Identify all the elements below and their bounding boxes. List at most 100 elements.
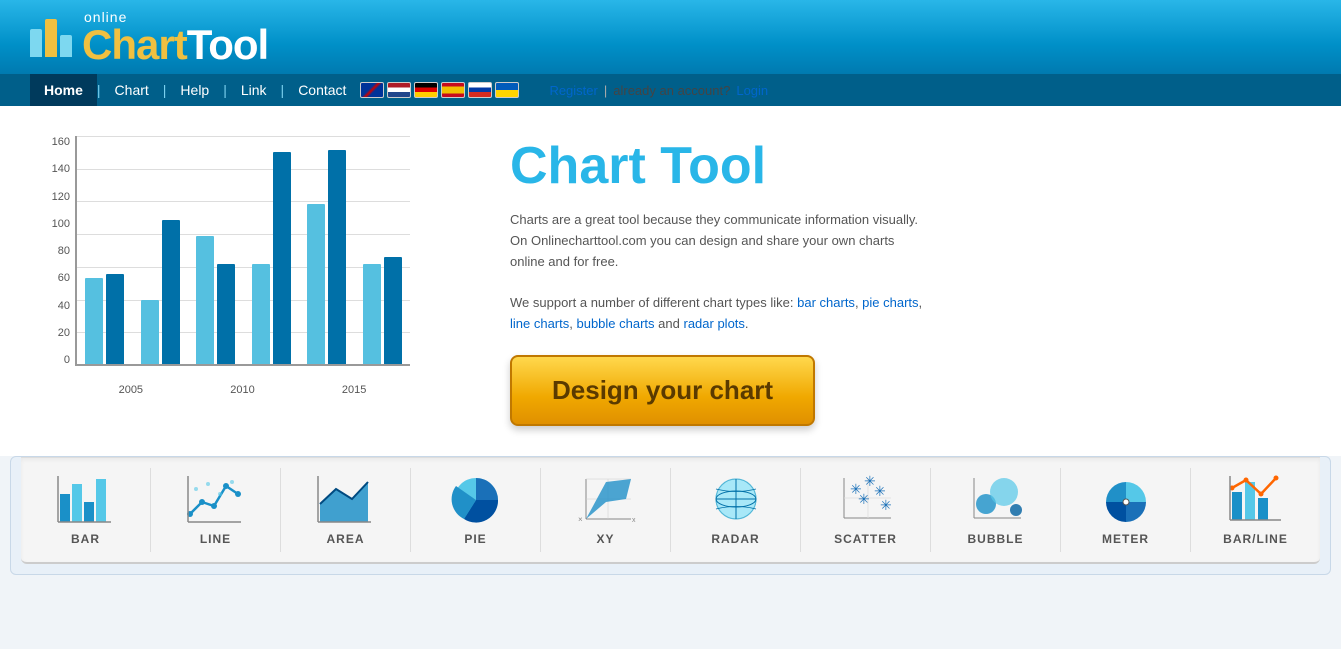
scatter-chart-icon: ✳ ✳ ✳ ✳ ✳ — [836, 474, 896, 524]
y-label-0: 0 — [40, 354, 70, 366]
flag-de[interactable] — [414, 82, 438, 98]
flag-uk[interactable] — [360, 82, 384, 98]
chart-type-line-label: LINE — [200, 532, 231, 546]
bar-2017-dark — [384, 257, 402, 364]
logo-bar-2 — [45, 19, 57, 57]
chart-types-bar: BAR — [21, 457, 1320, 564]
bar-chart-icon — [56, 474, 116, 524]
bar-group-2 — [133, 220, 189, 364]
chart-type-bar[interactable]: BAR — [21, 468, 151, 552]
bar-2007-light — [141, 300, 159, 364]
design-your-chart-button[interactable]: Design your chart — [510, 355, 815, 426]
link-radar[interactable]: radar plots — [683, 316, 744, 331]
link-line[interactable]: line charts — [510, 316, 569, 331]
y-label-60: 60 — [40, 272, 70, 284]
logo-charttool: ChartTool — [82, 24, 268, 66]
bar-group-5 — [299, 150, 355, 364]
bar-2015-light — [307, 204, 325, 364]
chart-type-radar[interactable]: RADAR — [671, 468, 801, 552]
chart-type-pie-label: PIE — [464, 532, 486, 546]
chart-type-line[interactable]: LINE — [151, 468, 281, 552]
chart-type-barline[interactable]: BAR/LINE — [1191, 468, 1320, 552]
chart-type-area-label: AREA — [326, 532, 364, 546]
flag-nl[interactable] — [387, 82, 411, 98]
bar-2005-dark — [106, 274, 124, 364]
hero-desc-1: Charts are a great tool because they com… — [510, 210, 930, 335]
chart-type-meter[interactable]: METER — [1061, 468, 1191, 552]
svg-text:✳: ✳ — [858, 491, 870, 507]
navbar: Home | Chart | Help | Link | Contact Reg… — [0, 74, 1341, 106]
hero-title: Chart Tool — [510, 136, 1301, 196]
y-label-20: 20 — [40, 327, 70, 339]
bar-2015-dark — [328, 150, 346, 364]
chart-type-scatter[interactable]: ✳ ✳ ✳ ✳ ✳ SCATTER — [801, 468, 931, 552]
nav-items: Home | Chart | Help | Link | Contact — [30, 74, 360, 106]
y-label-120: 120 — [40, 191, 70, 203]
chart-type-meter-label: METER — [1102, 532, 1149, 546]
link-bar[interactable]: bar charts — [797, 295, 855, 310]
nav-item-link[interactable]: Link — [227, 74, 281, 106]
meter-chart-icon — [1096, 474, 1156, 524]
chart-type-xy-label: XY — [596, 532, 614, 546]
chart-type-pie[interactable]: PIE — [411, 468, 541, 552]
logo-tool-part: Tool — [187, 21, 269, 68]
y-label-40: 40 — [40, 300, 70, 312]
bar-group-4 — [244, 152, 300, 364]
link-pie[interactable]: pie charts — [862, 295, 918, 310]
chart-type-radar-label: RADAR — [711, 532, 759, 546]
logo-icon — [30, 19, 72, 57]
y-label-140: 140 — [40, 163, 70, 175]
header: online ChartTool — [0, 0, 1341, 74]
chart-type-area[interactable]: AREA — [281, 468, 411, 552]
logo-bar-1 — [30, 29, 42, 57]
login-link[interactable]: Login — [736, 83, 768, 98]
logo-text: online ChartTool — [82, 10, 268, 66]
chart-type-bubble-label: BUBBLE — [968, 532, 1024, 546]
svg-text:×: × — [578, 515, 583, 524]
chart-type-bubble[interactable]: BUBBLE — [931, 468, 1061, 552]
chart-x-labels: 2005 2010 2015 — [75, 384, 410, 396]
hero-p1: Charts are a great tool because they com… — [510, 210, 930, 272]
nav-item-chart[interactable]: Chart — [101, 74, 163, 106]
hero-area: Chart Tool Charts are a great tool becau… — [510, 126, 1301, 436]
pie-chart-icon — [446, 474, 506, 524]
flag-ru[interactable] — [468, 82, 492, 98]
chart-type-xy[interactable]: × x XY — [541, 468, 671, 552]
bar-2012-dark — [273, 152, 291, 364]
main-content: 0 20 40 60 80 100 120 140 160 — [0, 106, 1341, 456]
flag-ua[interactable] — [495, 82, 519, 98]
svg-text:x: x — [632, 517, 636, 524]
bar-2010-light — [196, 236, 214, 364]
hero-desc2: We support a number of different chart t… — [510, 295, 794, 310]
bar-chart: 0 20 40 60 80 100 120 140 160 — [40, 136, 410, 396]
flag-es[interactable] — [441, 82, 465, 98]
chart-types-section: BAR — [10, 456, 1331, 575]
bar-group-6 — [355, 257, 411, 364]
link-bubble[interactable]: bubble charts — [576, 316, 654, 331]
barline-chart-icon — [1226, 474, 1286, 524]
nav-item-help[interactable]: Help — [166, 74, 223, 106]
auth-area: Register | already an account? Login — [549, 83, 768, 98]
bar-group-3 — [188, 236, 244, 364]
area-chart-icon — [316, 474, 376, 524]
language-flags — [360, 82, 519, 98]
bar-2005-light — [85, 278, 103, 364]
chart-type-bar-label: BAR — [71, 532, 100, 546]
bar-2017-light — [363, 264, 381, 364]
register-link[interactable]: Register — [549, 83, 597, 98]
chart-area: 0 20 40 60 80 100 120 140 160 — [40, 126, 470, 436]
y-label-100: 100 — [40, 218, 70, 230]
nav-item-contact[interactable]: Contact — [284, 74, 360, 106]
bar-group-1 — [77, 274, 133, 364]
chart-inner — [75, 136, 410, 366]
line-chart-icon — [186, 474, 246, 524]
nav-item-home[interactable]: Home — [30, 74, 97, 106]
radar-chart-icon — [706, 474, 766, 524]
chart-y-labels: 0 20 40 60 80 100 120 140 160 — [40, 136, 70, 366]
bubble-chart-icon — [966, 474, 1026, 524]
and-text: and — [658, 316, 683, 331]
logo-bar-3 — [60, 35, 72, 57]
hero-p2: We support a number of different chart t… — [510, 293, 930, 335]
already-label: already an account? — [613, 83, 730, 98]
bar-2010-dark — [217, 264, 235, 364]
